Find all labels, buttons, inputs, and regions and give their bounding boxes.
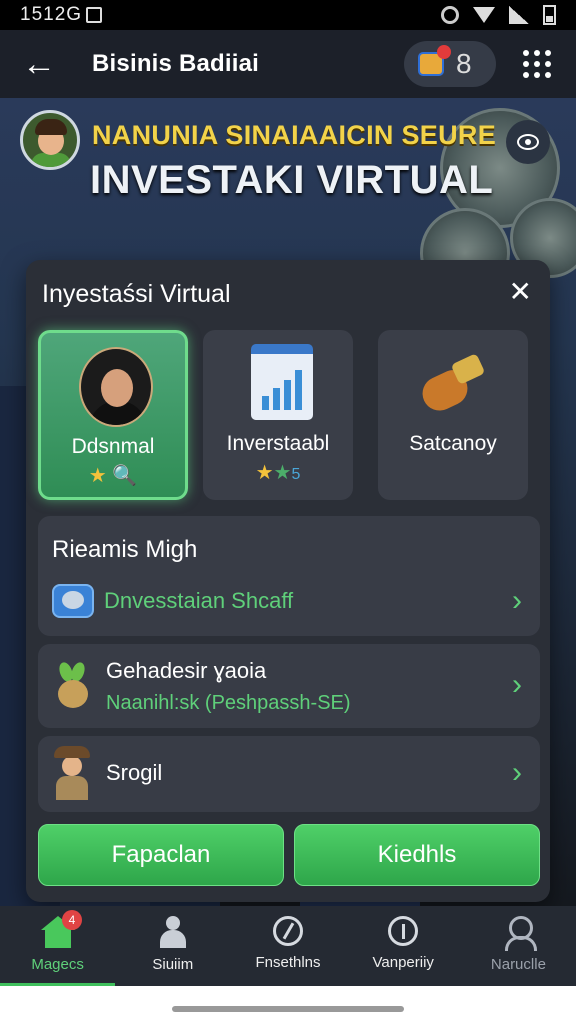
card-label: Satcanoy	[409, 432, 497, 455]
list-item[interactable]: Srogil ›	[38, 736, 540, 812]
star-icon: ★	[273, 462, 292, 484]
player-avatar[interactable]	[20, 110, 80, 170]
card-label: Ddsnmal	[71, 435, 155, 458]
list-item-title: Gehadesir ɣaoia	[106, 658, 267, 683]
rating-value: 5	[291, 466, 301, 483]
list-item-title: Srogil	[106, 760, 163, 785]
back-arrow-icon[interactable]: ←	[22, 47, 62, 81]
wifi-icon	[473, 7, 495, 23]
list-item-subtitle: Naanihl:sk (Peshpassh-SE)	[106, 692, 351, 714]
eye-icon	[517, 134, 539, 150]
search-icon: 🔍	[112, 465, 138, 487]
status-time: 1512G	[20, 4, 83, 25]
notification-badge: 4	[62, 910, 82, 930]
notification-dot	[437, 45, 451, 59]
notification-icon	[418, 45, 451, 76]
nav-label: Siuiim	[152, 956, 194, 973]
user-icon	[501, 916, 538, 951]
chevron-right-icon[interactable]: ›	[512, 586, 522, 616]
people-icon	[156, 916, 190, 948]
status-icons	[441, 5, 556, 25]
app-bar: ← Bisinis Badiiai 8	[0, 30, 576, 98]
close-icon[interactable]: ✕	[509, 278, 532, 306]
notification-count: 8	[456, 48, 472, 79]
nav-item-profile[interactable]: Naruclle	[461, 906, 576, 986]
view-button[interactable]	[506, 120, 550, 164]
menu-grid-icon[interactable]	[520, 47, 554, 81]
home-gesture-bar[interactable]	[172, 1006, 404, 1012]
sprout-icon	[52, 658, 92, 710]
database-icon	[52, 584, 94, 618]
hero-subtitle: NANUNIA SINAIAAICIN SEURE	[92, 120, 497, 150]
section-title: Rieamis Migh	[52, 536, 198, 563]
star-icon: ★	[255, 462, 274, 484]
brightness-icon	[441, 6, 459, 24]
card-rating: ★★5	[203, 460, 353, 485]
section-link[interactable]: Dnvesstaian Shcaff	[104, 588, 293, 614]
ring-icon	[273, 916, 303, 946]
info-icon	[388, 916, 419, 946]
nav-item-info[interactable]: Vanperiiy	[346, 906, 461, 986]
nav-label: Magecs	[31, 956, 84, 973]
chart-icon	[251, 344, 313, 420]
hero-title: INVESTAKI VIRTUAL	[90, 158, 494, 202]
system-gesture-area	[0, 986, 576, 1024]
panel-title: Inyestaśsi Virtual	[42, 280, 231, 308]
option-card[interactable]: Satcanoy	[378, 330, 528, 500]
card-label: Inverstaabl	[226, 432, 330, 455]
bottom-navigation: 4 Magecs Siuiim Fnsethlns Vanperiiy Naru…	[0, 906, 576, 986]
nav-item-home[interactable]: 4 Magecs	[0, 906, 116, 986]
star-icon: ★	[88, 465, 107, 487]
primary-button-left[interactable]: Fapaclan	[38, 824, 284, 886]
investment-panel: Inyestaśsi Virtual ✕ Ddsnmal ★ 🔍 Inverst…	[26, 260, 550, 902]
card-rating: ★ 🔍	[41, 463, 185, 488]
app-title: Bisinis Badiiai	[92, 50, 260, 77]
section-card[interactable]: Rieamis Migh Dnvesstaian Shcaff ›	[38, 516, 540, 636]
nav-item-finance[interactable]: Fnsethlns	[230, 906, 345, 986]
nav-label: Vanperiiy	[372, 954, 434, 971]
battery-icon	[543, 5, 556, 25]
nav-item-community[interactable]: Siuiim	[115, 906, 230, 986]
advisor-portrait-icon	[79, 347, 153, 427]
nav-label: Naruclle	[490, 956, 546, 973]
notification-button[interactable]: 8	[404, 41, 496, 87]
chevron-right-icon[interactable]: ›	[512, 758, 522, 788]
money-bag-icon	[416, 352, 488, 417]
nav-label: Fnsethlns	[255, 954, 321, 971]
status-bar: 1512G	[0, 0, 576, 30]
explorer-icon	[52, 746, 92, 800]
option-card[interactable]: Inverstaabl ★★5	[203, 330, 353, 500]
option-card-selected[interactable]: Ddsnmal ★ 🔍	[38, 330, 188, 500]
edit-icon	[86, 7, 103, 23]
chevron-right-icon[interactable]: ›	[512, 670, 522, 700]
primary-button-right[interactable]: Kiedhls	[294, 824, 540, 886]
list-item[interactable]: Gehadesir ɣaoia Naanihl:sk (Peshpassh-SE…	[38, 644, 540, 728]
signal-icon	[509, 6, 529, 24]
